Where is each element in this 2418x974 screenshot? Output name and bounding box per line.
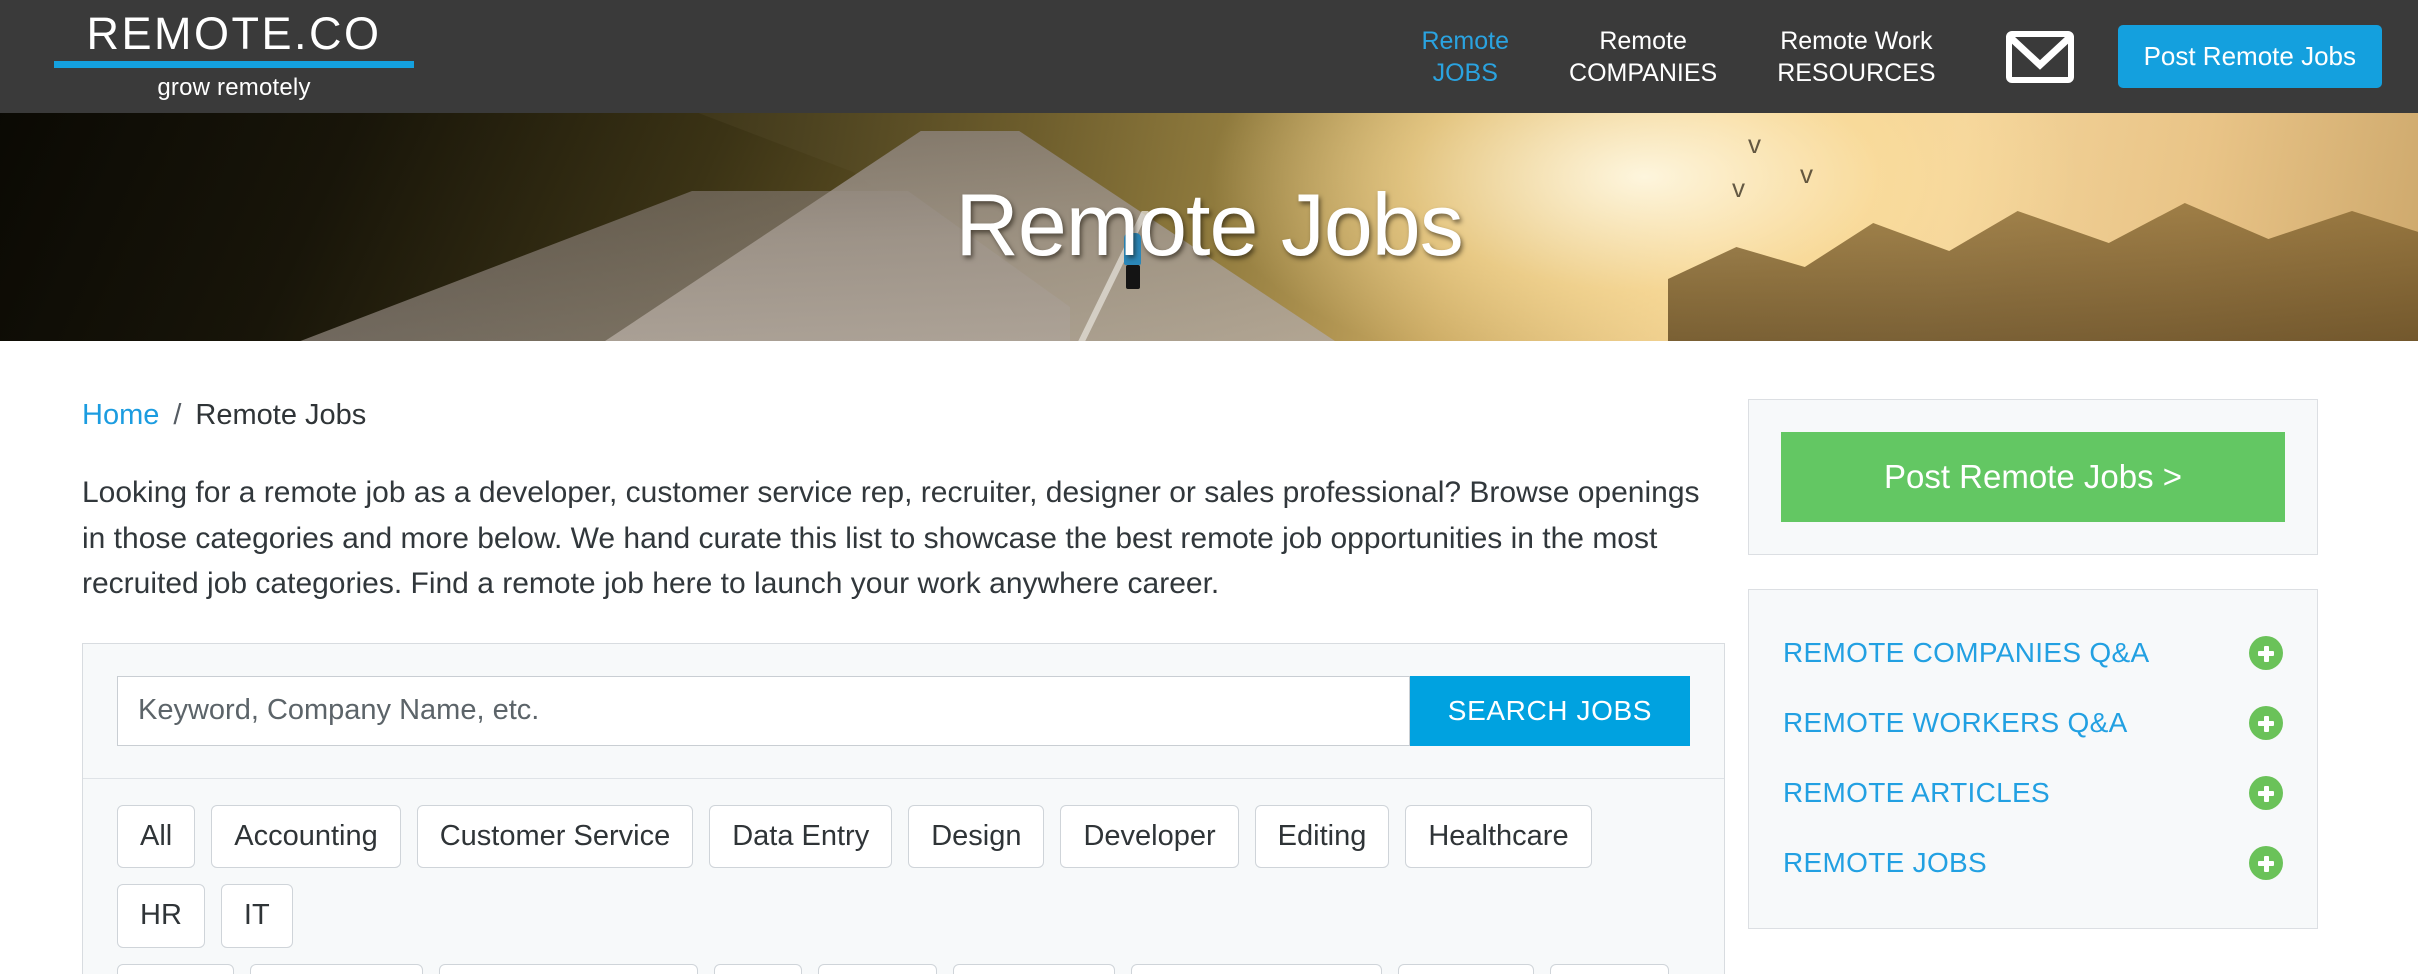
- breadcrumb: Home / Remote Jobs: [82, 399, 1700, 432]
- breadcrumb-current: Remote Jobs: [195, 399, 367, 431]
- category-accounting[interactable]: Accounting: [211, 804, 401, 869]
- plus-circle-icon[interactable]: [2249, 636, 2283, 670]
- brand-underline: [54, 60, 414, 68]
- post-remote-jobs-header-button[interactable]: Post Remote Jobs: [2117, 25, 2382, 88]
- category-editing[interactable]: Editing: [1254, 804, 1390, 869]
- nav-item-remote-companies-line1: Remote: [1599, 26, 1687, 55]
- sidebar-item-remote-workers-qa-label: REMOTE WORKERS Q&A: [1783, 707, 2128, 738]
- sidebar-item-remote-jobs[interactable]: REMOTE JOBS: [1779, 828, 2287, 898]
- hero-banner: v v v Remote Jobs: [0, 113, 2418, 341]
- sidebar-item-remote-companies-qa-label: REMOTE COMPANIES Q&A: [1783, 637, 2150, 668]
- plus-circle-icon[interactable]: [2249, 776, 2283, 810]
- category-healthcare[interactable]: Healthcare: [1405, 804, 1592, 869]
- post-jobs-card: Post Remote Jobs >: [1748, 399, 2318, 555]
- site-logo[interactable]: REMOTE.CO grow remotely: [48, 11, 420, 102]
- category-project-manager[interactable]: Project Manager: [439, 964, 699, 974]
- envelope-icon[interactable]: [2005, 30, 2074, 83]
- plus-circle-icon[interactable]: [2249, 846, 2283, 880]
- nav-item-remote-work-resources-line2: RESOURCES: [1777, 58, 1936, 87]
- category-customer-service[interactable]: Customer Service: [416, 804, 694, 869]
- search-jobs-button[interactable]: SEARCH JOBS: [1409, 675, 1690, 746]
- category-hr[interactable]: HR: [117, 884, 205, 949]
- category-developer[interactable]: Developer: [1060, 804, 1239, 869]
- breadcrumb-home-link[interactable]: Home: [82, 399, 159, 432]
- sidebar-item-remote-companies-qa[interactable]: REMOTE COMPANIES Q&A: [1779, 618, 2287, 688]
- category-other[interactable]: Other: [1550, 964, 1669, 974]
- bird-icon: v: [1748, 129, 1761, 159]
- category-writing[interactable]: Writing: [1398, 964, 1535, 974]
- sidebar: Post Remote Jobs > REMOTE COMPANIES Q&A …: [1748, 399, 2318, 963]
- sidebar-item-remote-workers-qa[interactable]: REMOTE WORKERS Q&A: [1779, 688, 2287, 758]
- job-search-panel: SEARCH JOBS All Accounting Customer Serv…: [82, 642, 1725, 974]
- primary-nav: Remote JOBS Remote COMPANIES Remote Work…: [1391, 25, 2418, 89]
- brand-name: REMOTE.CO: [86, 8, 382, 60]
- plus-circle-icon[interactable]: [2249, 706, 2283, 740]
- category-row-1: All Accounting Customer Service Data Ent…: [117, 804, 1690, 949]
- category-sales[interactable]: Sales: [817, 964, 937, 974]
- category-teaching[interactable]: Teaching: [952, 964, 1115, 974]
- search-input[interactable]: [117, 675, 1410, 746]
- category-filters: All Accounting Customer Service Data Ent…: [83, 777, 1724, 974]
- sidebar-links-card: REMOTE COMPANIES Q&A REMOTE WORKERS Q&A …: [1748, 589, 2318, 929]
- nav-item-remote-work-resources[interactable]: Remote Work RESOURCES: [1747, 25, 1965, 89]
- nav-item-remote-companies[interactable]: Remote COMPANIES: [1539, 25, 1747, 89]
- brand-tagline: grow remotely: [157, 73, 311, 101]
- site-header: REMOTE.CO grow remotely Remote JOBS Remo…: [0, 0, 2418, 113]
- nav-item-remote-jobs[interactable]: Remote JOBS: [1391, 25, 1539, 89]
- breadcrumb-separator: /: [173, 399, 182, 431]
- category-legal[interactable]: Legal: [117, 964, 234, 974]
- category-row-2: Legal Marketing Project Manager QA Sales…: [117, 964, 1690, 974]
- category-qa[interactable]: QA: [714, 964, 802, 974]
- nav-item-remote-jobs-line2: JOBS: [1432, 58, 1498, 87]
- sidebar-item-remote-articles[interactable]: REMOTE ARTICLES: [1779, 758, 2287, 828]
- category-virtual-assistant[interactable]: Virtual Assistant: [1130, 964, 1383, 974]
- category-design[interactable]: Design: [908, 804, 1045, 869]
- category-data-entry[interactable]: Data Entry: [709, 804, 893, 869]
- search-row: SEARCH JOBS: [83, 644, 1724, 778]
- category-all[interactable]: All: [117, 804, 196, 869]
- post-remote-jobs-sidebar-button[interactable]: Post Remote Jobs >: [1781, 432, 2285, 522]
- page-title: Remote Jobs: [955, 174, 1463, 274]
- sidebar-item-remote-jobs-label: REMOTE JOBS: [1783, 847, 1987, 878]
- intro-paragraph: Looking for a remote job as a developer,…: [82, 476, 1700, 601]
- category-marketing[interactable]: Marketing: [249, 964, 424, 974]
- nav-item-remote-jobs-line1: Remote: [1421, 26, 1510, 55]
- nav-item-remote-companies-line2: COMPANIES: [1569, 58, 1718, 87]
- page-body: Home / Remote Jobs Looking for a remote …: [0, 341, 2418, 974]
- main-column: Home / Remote Jobs Looking for a remote …: [50, 399, 1725, 974]
- nav-item-remote-work-resources-line1: Remote Work: [1780, 26, 1933, 55]
- sidebar-item-remote-articles-label: REMOTE ARTICLES: [1783, 777, 2050, 808]
- category-it[interactable]: IT: [220, 884, 293, 949]
